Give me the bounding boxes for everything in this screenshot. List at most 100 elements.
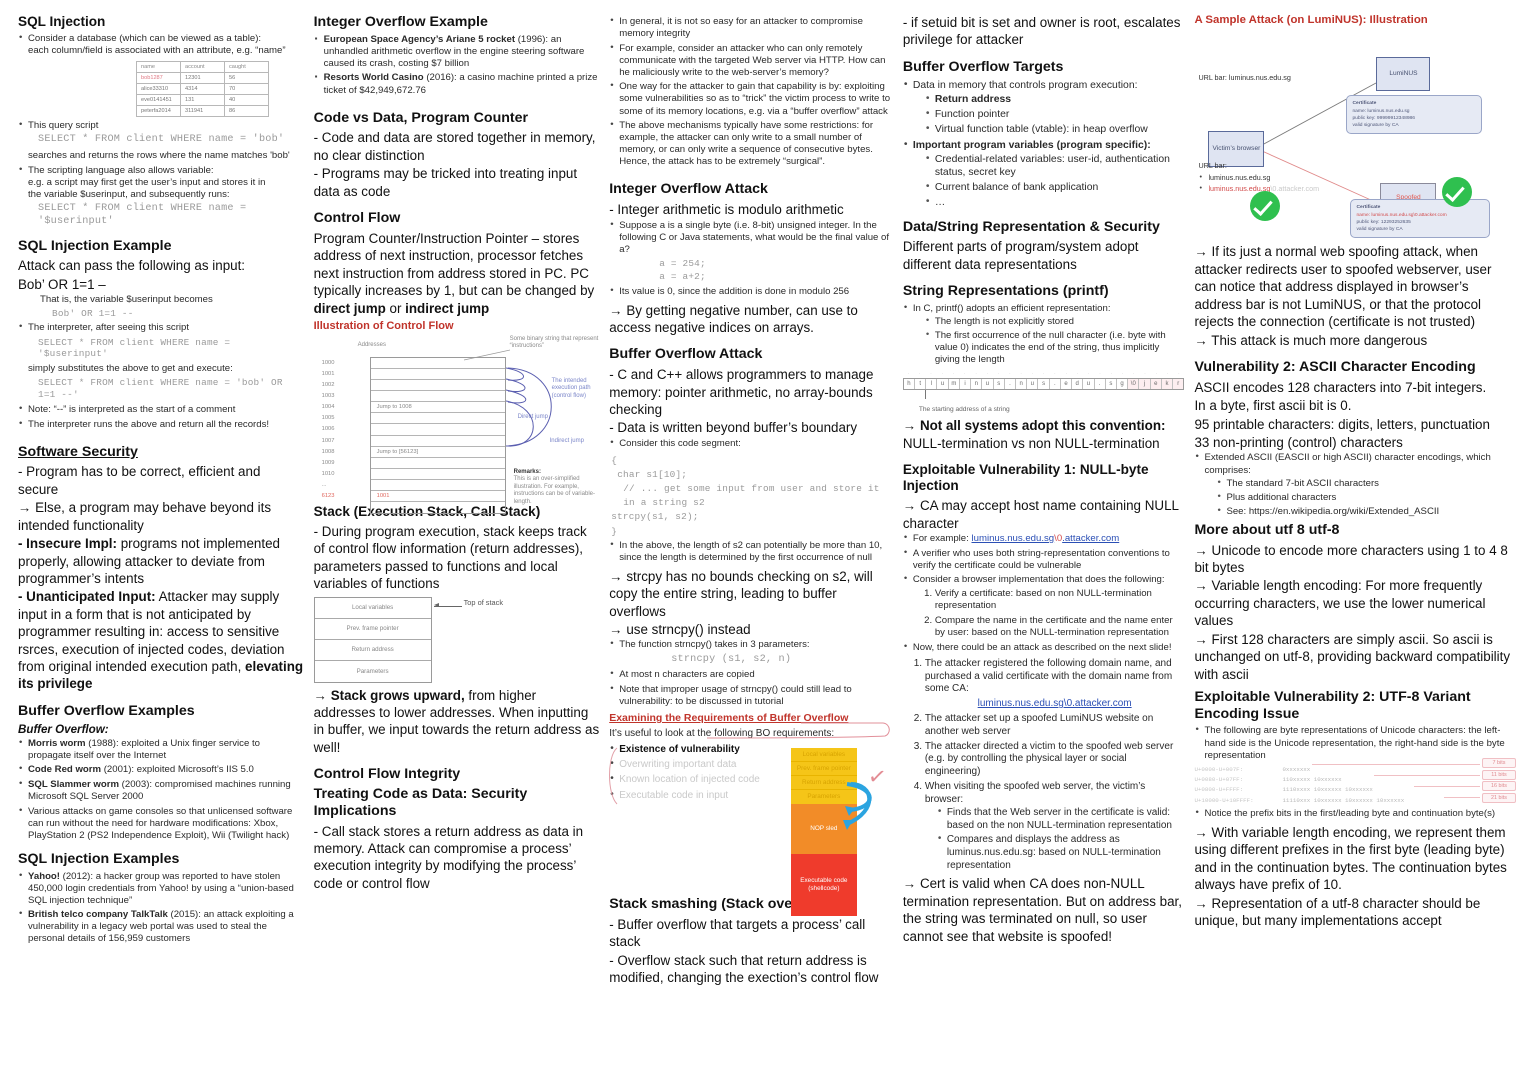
unicode-range: U+0800-U+FFFF: bbox=[1194, 786, 1244, 794]
address: 1003 bbox=[321, 393, 335, 400]
vuln1-conclusion: → Cert is valid when CA does non-NULL te… bbox=[902, 876, 1182, 944]
address: 1004 bbox=[321, 404, 335, 411]
stack-frame-return-address: Return address bbox=[314, 640, 431, 661]
boa-strncpy-line: → use strncpy() instead bbox=[609, 622, 751, 638]
sql-bullet-1b: each column/field is associated with an … bbox=[28, 45, 286, 57]
cell-caught: 70 bbox=[224, 83, 269, 96]
mem-prev-frame-pointer: Prev. frame pointer bbox=[790, 762, 857, 777]
int-overflow-attack-heading: Integer Overflow Attack bbox=[609, 181, 768, 198]
browser-impl-intro: Consider a browser implementation that d… bbox=[912, 574, 1165, 586]
boa-strcpy-conclusion: → strcpy has no bounds checking on s2, w… bbox=[609, 568, 873, 619]
boa-line-1: - C and C++ allows programmers to manage… bbox=[609, 367, 874, 418]
table-row: U+0000-U+007F: 0xxxxxxx bbox=[1194, 766, 1516, 773]
interpreter-line: The interpreter, after seeing this scrip… bbox=[28, 322, 190, 334]
item-bold: Code Red worm bbox=[28, 764, 102, 776]
list-item: The first occurrence of the null charact… bbox=[925, 329, 1185, 366]
table-row: U+0800-U+FFFF: 1110xxxx 10xxxxxx 10xxxxx… bbox=[1194, 786, 1516, 793]
top-of-stack-label: Top of stack bbox=[463, 597, 504, 607]
list-item: Resorts World Casino (2016): a casino ma… bbox=[314, 72, 600, 96]
table-row: bob1287 12301 56 bbox=[136, 72, 269, 85]
attack-step-4: When visiting the spoofed web server, th… bbox=[924, 781, 1146, 805]
cert-key: public key: 99999912348986 bbox=[1352, 115, 1415, 121]
byte-cell: . bbox=[1005, 379, 1017, 390]
list-item: In C, printf() adopts an efficient repre… bbox=[903, 302, 1185, 366]
list-item: At most n characters are copied bbox=[609, 668, 893, 681]
list-item: SQL Slammer worm (2003): compromised mac… bbox=[18, 778, 304, 803]
byte-cell: e bbox=[1061, 379, 1073, 390]
sql-example-heading: SQL Injection Example bbox=[18, 237, 172, 254]
bo-attack-heading: Buffer Overflow Attack bbox=[609, 346, 763, 363]
boa-code-list: Consider this code segment: bbox=[609, 437, 893, 450]
byte-cell: k bbox=[1161, 379, 1174, 390]
bo-intro-annotation bbox=[707, 722, 890, 738]
list-item: The length is not explicitly stored bbox=[925, 315, 1185, 328]
printf-intro: In C, printf() adopts an efficient repre… bbox=[912, 302, 1111, 314]
list-item: The interpreter, after seeing this scrip… bbox=[18, 321, 304, 401]
memory-cell bbox=[370, 380, 505, 392]
string-rep-list: In C, printf() adopts an efficient repre… bbox=[903, 302, 1185, 366]
cert-key: public key: 12293252635 bbox=[1356, 219, 1411, 225]
table-row: U+0080-U+07FF: 110xxxxx 10xxxxxx bbox=[1194, 776, 1516, 783]
list-item: Data in memory that controls program exe… bbox=[903, 78, 1185, 136]
ioa-line-1: - Integer arithmetic is modulo arithmeti… bbox=[609, 202, 844, 218]
cf-or: or bbox=[385, 300, 406, 316]
null-byte-marker: \0 bbox=[1054, 533, 1063, 545]
example-domain: luminus.nus.edu.sg bbox=[971, 533, 1055, 545]
cert-title: Certificate bbox=[1356, 205, 1381, 211]
item-bold: British telco company TalkTalk bbox=[28, 909, 168, 921]
table-header-row: name account caught bbox=[136, 61, 269, 74]
sql-example-code-2: SELECT * FROM client WHERE name = 'bob' … bbox=[38, 377, 283, 401]
code-vs-data-heading: Code vs Data, Program Counter bbox=[313, 109, 529, 126]
memory-cell-jump: Jump to 1008 bbox=[370, 402, 505, 414]
address: 1007 bbox=[321, 437, 335, 444]
bo-arrow-icons bbox=[842, 782, 872, 831]
list-item: The function strncpy() takes in 3 parame… bbox=[609, 638, 893, 666]
byte-cell: u bbox=[1083, 379, 1095, 390]
ascii-line-1: ASCII encodes 128 characters into 7-bit … bbox=[1194, 379, 1487, 395]
control-flow-heading: Control Flow bbox=[313, 210, 401, 227]
query-desc: searches and returns the rows where the … bbox=[28, 150, 290, 162]
bo-examples-heading: Buffer Overflow Examples bbox=[18, 702, 195, 719]
list-item: Return address bbox=[925, 92, 1185, 106]
bo-examples-list: Morris worm (1988): exploited a Unix fin… bbox=[18, 737, 304, 842]
list-item: Verify a certificate: based on non NULL-… bbox=[935, 588, 1185, 612]
example-label: For example: bbox=[912, 533, 972, 545]
cell-account: 131 bbox=[180, 94, 225, 107]
string-index-ticks: ......................... bbox=[907, 370, 1180, 376]
table-row: eve0141451 131 40 bbox=[136, 94, 269, 107]
variable-label: The scripting language also allows varia… bbox=[28, 164, 214, 176]
ascii-line-3: 95 printable characters: digits, letters… bbox=[1194, 416, 1490, 432]
list-item: Virtual function table (vtable): in heap… bbox=[925, 122, 1185, 136]
ioa-conclusion: → By getting negative number, can use to… bbox=[609, 302, 858, 336]
tag-leader-line bbox=[1374, 774, 1480, 776]
remarks-title: Remarks: bbox=[513, 468, 541, 475]
target-return-address: Return address bbox=[934, 93, 1012, 105]
list-item: Known location of injected code bbox=[609, 774, 789, 787]
utf8-heading: More about utf 8 utf-8 bbox=[1194, 521, 1340, 538]
list-item: When visiting the spoofed web server, th… bbox=[925, 781, 1185, 872]
table-row: peterfa2014 311941 86 bbox=[136, 105, 269, 118]
cert-signature: valid signature by CA bbox=[1356, 226, 1403, 232]
cell-account: 311941 bbox=[180, 105, 225, 118]
byte-cell: i bbox=[960, 379, 972, 390]
byte-cell: l bbox=[926, 379, 938, 390]
bit-count-tag: 21 bits bbox=[1482, 792, 1516, 803]
query-script-label: This query script bbox=[28, 120, 99, 132]
list-item: European Space Agency’s Ariane 5 rocket … bbox=[314, 34, 600, 70]
list-item: For example, consider an attacker who ca… bbox=[609, 42, 893, 79]
int-overflow-list: European Space Agency’s Ariane 5 rocket … bbox=[314, 34, 600, 97]
list-item: Morris worm (1988): exploited a Unix fin… bbox=[18, 737, 304, 762]
list-item: Finds that the Web server in the certifi… bbox=[937, 806, 1185, 832]
byte-cell: u bbox=[982, 379, 994, 390]
list-item: In general, it is not so easy for an att… bbox=[609, 15, 893, 40]
cell-name: bob1287 bbox=[136, 72, 181, 85]
client-database-table: name account caught bob1287 12301 56 ali… bbox=[136, 61, 269, 118]
code-line: strcpy(s1, s2); bbox=[611, 511, 699, 523]
list-item: Various attacks on game consoles so that… bbox=[18, 805, 304, 842]
utf8-unique-line: → Representation of a utf-8 character sh… bbox=[1194, 895, 1481, 929]
unicode-range: U+0080-U+07FF: bbox=[1194, 776, 1244, 784]
data-string-heading: Data/String Representation & Security bbox=[902, 218, 1160, 235]
bo-targets-heading: Buffer Overflow Targets bbox=[902, 58, 1064, 75]
boa-code-block: { char s1[10]; // ... get some input fro… bbox=[611, 454, 893, 539]
list-item: Consider a browser implementation that d… bbox=[903, 573, 1185, 639]
